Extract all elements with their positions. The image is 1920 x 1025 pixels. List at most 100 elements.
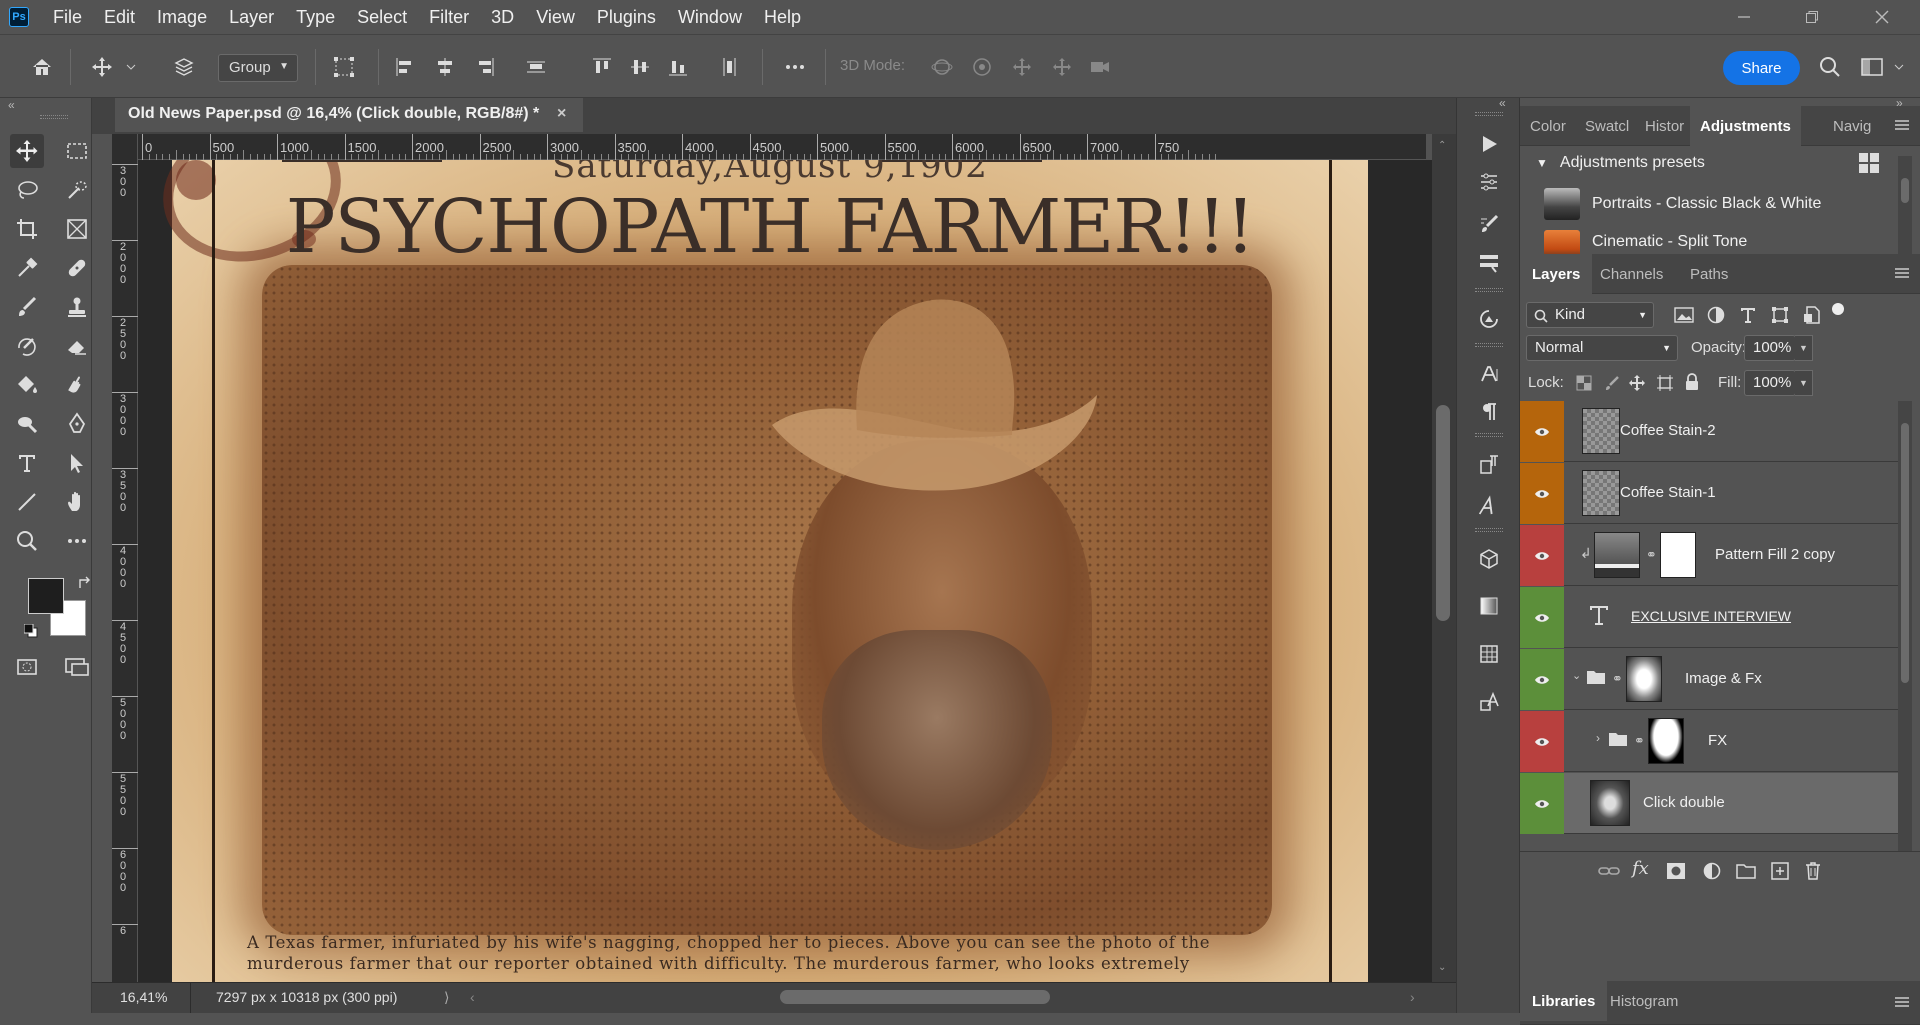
menu-filter[interactable]: Filter [425, 7, 473, 28]
align-bottom-icon[interactable] [666, 55, 690, 79]
tab-navigator[interactable]: Navig [1823, 106, 1881, 146]
align-center-icon[interactable] [433, 55, 457, 79]
zoom-level[interactable]: 16,41% [120, 989, 167, 1005]
layer-name[interactable]: Click double [1643, 794, 1725, 811]
tab-swatches[interactable]: Swatcl [1575, 106, 1639, 146]
eye-icon[interactable] [1520, 711, 1564, 772]
eye-icon[interactable] [1520, 401, 1564, 462]
smudge-tool-icon[interactable] [60, 368, 94, 402]
transform-controls-icon[interactable] [332, 55, 356, 79]
patterns-icon[interactable] [1473, 638, 1505, 670]
edit-toolbar-icon[interactable] [60, 524, 94, 558]
status-menu-icon[interactable]: ⟩ [444, 989, 449, 1006]
paragraph-styles-icon[interactable] [1473, 448, 1505, 480]
screen-mode-icon[interactable] [60, 650, 94, 684]
menu-type[interactable]: Type [292, 7, 339, 28]
pen-tool-icon[interactable] [60, 407, 94, 441]
preset-item[interactable]: Portraits - Classic Black & White [1544, 186, 1821, 222]
filter-toggle-icon[interactable] [1832, 303, 1844, 315]
healing-brush-tool-icon[interactable] [60, 251, 94, 285]
filter-adjustment-icon[interactable] [1706, 305, 1726, 325]
frame-tool-icon[interactable] [60, 212, 94, 246]
chevron-down-icon[interactable]: ⌄ [1572, 669, 1581, 682]
filter-type-icon[interactable] [1738, 305, 1758, 325]
canvas-area[interactable]: Saturday,August 9,1902 PSYCHOPATH FARMER… [138, 160, 1432, 982]
tab-adjustments[interactable]: Adjustments [1690, 106, 1801, 146]
properties-icon[interactable] [1473, 166, 1505, 198]
layer-row[interactable]: EXCLUSIVE INTERVIEW [1520, 587, 1898, 648]
glyphs-icon[interactable] [1473, 490, 1505, 522]
close-tab-icon[interactable]: × [557, 105, 566, 123]
scroll-left-icon[interactable]: ‹ [470, 989, 475, 1005]
distribute-vertical-icon[interactable] [524, 55, 548, 79]
eye-icon[interactable] [1520, 587, 1564, 648]
chevron-down-icon[interactable] [125, 55, 137, 79]
opacity-input[interactable]: 100% [1744, 335, 1796, 361]
panel-grip[interactable] [40, 115, 68, 119]
auto-select-dropdown[interactable]: Group ▼ [218, 54, 298, 82]
type-tool-icon[interactable] [10, 446, 44, 480]
move-tool-icon[interactable] [10, 134, 44, 168]
path-selection-tool-icon[interactable] [60, 446, 94, 480]
panel-menu-icon[interactable] [1894, 266, 1910, 280]
lock-artboard-icon[interactable] [1656, 374, 1674, 392]
layer-row[interactable]: Coffee Stain-1 [1520, 463, 1898, 524]
layer-effects-icon[interactable]: fx [1632, 858, 1649, 879]
glyphs-panel-icon[interactable] [1473, 686, 1505, 718]
adjustments-scroll-thumb[interactable] [1901, 178, 1909, 203]
zoom-tool-icon[interactable] [10, 524, 44, 558]
3d-slide-icon[interactable] [1050, 55, 1074, 79]
align-middle-icon[interactable] [628, 55, 652, 79]
chevron-right-icon[interactable]: › [1596, 731, 1600, 745]
horizontal-scroll-thumb[interactable] [780, 990, 1050, 1004]
menu-edit[interactable]: Edit [100, 7, 139, 28]
history-brush-tool-icon[interactable] [10, 329, 44, 363]
eyedropper-tool-icon[interactable] [10, 251, 44, 285]
search-icon[interactable] [1818, 55, 1842, 79]
tab-paths[interactable]: Paths [1680, 254, 1738, 294]
eye-icon[interactable] [1520, 773, 1564, 834]
eye-icon[interactable] [1520, 463, 1564, 524]
actions-icon[interactable] [1473, 128, 1505, 160]
newspaper-canvas[interactable]: Saturday,August 9,1902 PSYCHOPATH FARMER… [146, 160, 1368, 982]
3d-orbit-icon[interactable] [930, 55, 954, 79]
opacity-dropdown-icon[interactable]: ▼ [1795, 335, 1813, 361]
clone-stamp-tool-icon[interactable] [60, 290, 94, 324]
grid-view-icon[interactable] [1858, 152, 1880, 174]
3d-pan-icon[interactable] [1010, 55, 1034, 79]
share-button[interactable]: Share [1723, 51, 1800, 85]
brush-settings-icon[interactable] [1473, 208, 1505, 240]
layer-row-selected[interactable]: Click double [1520, 773, 1898, 834]
fill-dropdown-icon[interactable]: ▼ [1795, 370, 1813, 396]
character-icon[interactable] [1473, 358, 1505, 390]
default-colors-icon[interactable] [24, 624, 38, 638]
lock-pixels-icon[interactable] [1604, 375, 1620, 391]
home-icon[interactable] [30, 55, 54, 79]
tab-libraries[interactable]: Libraries [1520, 981, 1608, 1021]
quick-selection-tool-icon[interactable] [60, 173, 94, 207]
brush-tool-icon[interactable] [10, 290, 44, 324]
menu-help[interactable]: Help [760, 7, 805, 28]
move-tool-icon[interactable] [90, 55, 114, 79]
delete-layer-icon[interactable] [1804, 861, 1822, 881]
lock-transparent-icon[interactable] [1576, 375, 1592, 391]
restore-icon[interactable] [1790, 0, 1834, 34]
tab-histogram[interactable]: Histogram [1600, 981, 1688, 1021]
new-group-icon[interactable] [1736, 863, 1756, 879]
menu-layer[interactable]: Layer [225, 7, 278, 28]
preset-item[interactable]: Cinematic - Split Tone [1544, 230, 1747, 254]
add-mask-icon[interactable] [1666, 862, 1686, 880]
clone-source-icon[interactable] [1473, 303, 1505, 335]
3d-icon[interactable] [1473, 543, 1505, 575]
tab-channels[interactable]: Channels [1590, 254, 1673, 294]
close-window-icon[interactable] [1860, 0, 1904, 34]
workspace-icon[interactable] [1860, 55, 1884, 79]
filter-smart-object-icon[interactable] [1802, 305, 1822, 325]
expand-panels-icon[interactable]: « [1499, 96, 1506, 110]
foreground-color-swatch[interactable] [28, 578, 64, 614]
new-adjustment-layer-icon[interactable] [1702, 861, 1722, 881]
layer-name[interactable]: FX [1708, 732, 1727, 749]
chevron-down-icon[interactable] [1892, 55, 1906, 79]
align-right-icon[interactable] [473, 55, 497, 79]
link-layers-icon[interactable] [1598, 862, 1620, 880]
